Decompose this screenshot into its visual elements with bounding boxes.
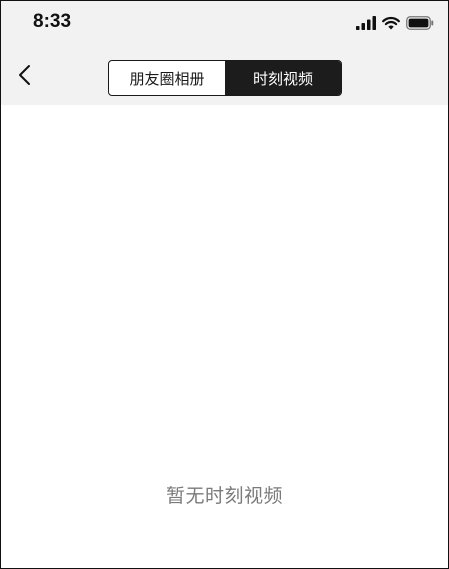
status-bar: 8:33 xyxy=(1,1,448,47)
tab-moment-videos[interactable]: 时刻视频 xyxy=(225,61,341,95)
segmented-control: 朋友圈相册 时刻视频 xyxy=(108,60,342,96)
wifi-icon xyxy=(382,15,400,34)
cellular-signal-icon xyxy=(356,15,376,34)
empty-state-message: 暂无时刻视频 xyxy=(165,485,283,507)
app-screen: 8:33 朋友圈相册 时刻视频 暂无时刻视频 xyxy=(0,0,449,569)
back-button[interactable] xyxy=(9,61,41,93)
status-icons xyxy=(356,15,434,34)
nav-bar: 朋友圈相册 时刻视频 xyxy=(1,51,448,105)
battery-icon xyxy=(406,15,434,34)
header: 8:33 朋友圈相册 时刻视频 xyxy=(1,1,448,105)
status-time: 8:33 xyxy=(33,11,72,32)
tab-moments-album[interactable]: 朋友圈相册 xyxy=(109,61,225,95)
chevron-left-icon xyxy=(17,64,33,90)
